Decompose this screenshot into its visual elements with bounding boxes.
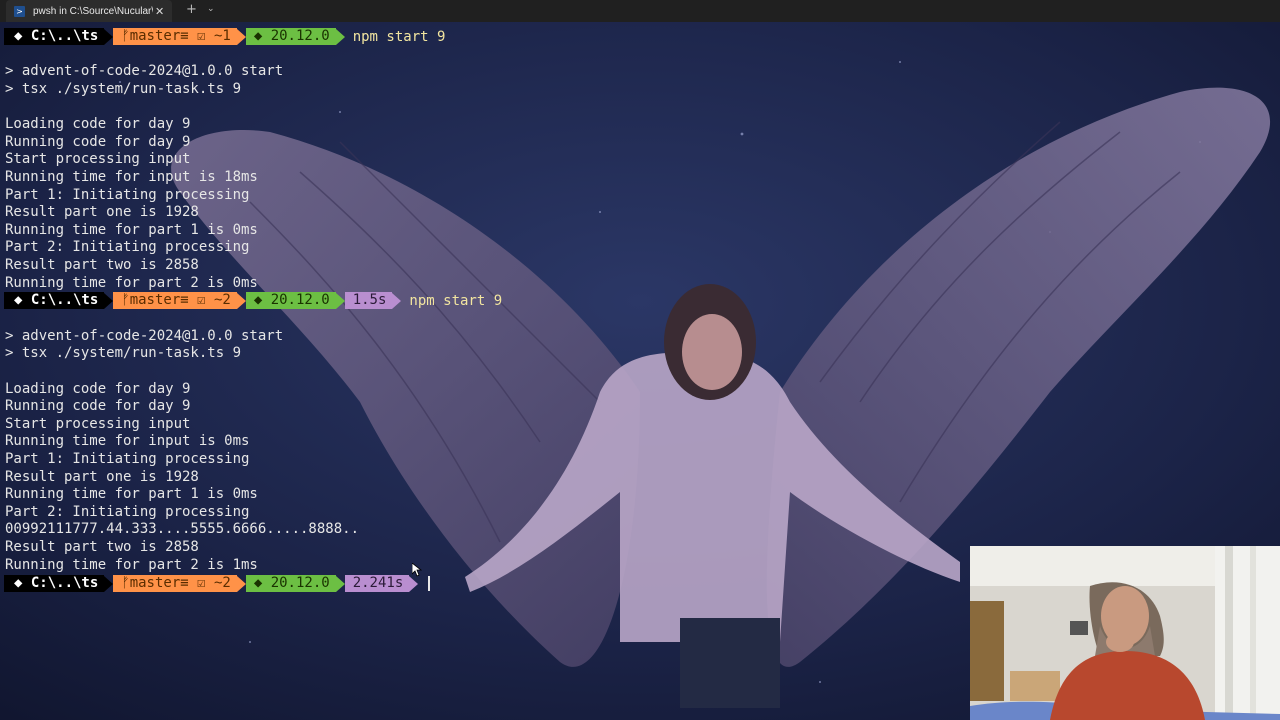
powerline-separator bbox=[335, 28, 345, 45]
prompt-node-segment: ◆ 20.12.0 bbox=[245, 575, 336, 592]
output-line: Result part two is 2858 bbox=[5, 257, 199, 273]
output-line: Result part one is 1928 bbox=[5, 204, 199, 220]
output-line: Running time for part 1 is 0ms bbox=[5, 486, 258, 502]
output-line: Loading code for day 9 bbox=[5, 116, 191, 132]
tab-dropdown-icon[interactable]: ⌄ bbox=[207, 4, 215, 14]
powerline-separator bbox=[335, 575, 345, 592]
prompt-line: ◆ C:\..\ts ᚠmaster≡ ☑ ~2 ◆ 20.12.0 1.5s … bbox=[4, 292, 502, 309]
text-cursor bbox=[428, 576, 431, 591]
prompt-command: npm start 9 bbox=[409, 292, 503, 309]
output-line: > tsx ./system/run-task.ts 9 bbox=[5, 345, 242, 361]
output-line: > tsx ./system/run-task.ts 9 bbox=[5, 81, 242, 97]
prompt-node-segment: ◆ 20.12.0 bbox=[245, 28, 336, 45]
powerline-separator bbox=[409, 575, 419, 592]
output-line: > advent-of-code-2024@1.0.0 start bbox=[5, 63, 284, 79]
terminal-tab[interactable]: > pwsh in C:\Source\Nucular\A ✕ bbox=[6, 0, 172, 22]
prompt-line: ◆ C:\..\ts ᚠmaster≡ ☑ ~1 ◆ 20.12.0 npm s… bbox=[4, 28, 445, 45]
close-tab-icon[interactable]: ✕ bbox=[155, 5, 164, 18]
powerline-separator bbox=[335, 292, 345, 309]
webcam-overlay bbox=[970, 546, 1280, 720]
powerline-separator bbox=[104, 28, 114, 45]
powerline-separator bbox=[104, 575, 114, 592]
prompt-node-segment: ◆ 20.12.0 bbox=[245, 292, 336, 309]
new-tab-button[interactable]: + bbox=[186, 2, 197, 17]
output-line: Part 1: Initiating processing bbox=[5, 451, 250, 467]
output-line: Result part two is 2858 bbox=[5, 539, 199, 555]
output-line: Start processing input bbox=[5, 416, 191, 432]
prompt-path-segment: ◆ C:\..\ts bbox=[4, 292, 105, 309]
powerline-separator bbox=[236, 292, 246, 309]
output-line: Running time for input is 0ms bbox=[5, 433, 250, 449]
output-line: Part 2: Initiating processing bbox=[5, 504, 250, 520]
output-line: 00992111777.44.333....5555.6666.....8888… bbox=[5, 521, 360, 537]
output-line: Part 1: Initiating processing bbox=[5, 187, 250, 203]
prompt-git-segment: ᚠmaster≡ ☑ ~2 bbox=[113, 292, 237, 309]
powerline-separator bbox=[392, 292, 402, 309]
powerline-separator bbox=[236, 28, 246, 45]
prompt-git-segment: ᚠmaster≡ ☑ ~1 bbox=[113, 28, 237, 45]
mouse-pointer-icon bbox=[412, 563, 422, 577]
output-line: Result part one is 1928 bbox=[5, 469, 199, 485]
tab-title: pwsh in C:\Source\Nucular\A bbox=[33, 5, 153, 17]
output-line: Part 2: Initiating processing bbox=[5, 239, 250, 255]
output-line: Running code for day 9 bbox=[5, 398, 191, 414]
title-bar: > pwsh in C:\Source\Nucular\A ✕ + ⌄ bbox=[0, 0, 1280, 23]
prompt-git-segment: ᚠmaster≡ ☑ ~2 bbox=[113, 575, 237, 592]
prompt-path-segment: ◆ C:\..\ts bbox=[4, 575, 105, 592]
output-line: Loading code for day 9 bbox=[5, 381, 191, 397]
powershell-icon: > bbox=[14, 5, 25, 17]
prompt-path-segment: ◆ C:\..\ts bbox=[4, 28, 105, 45]
output-line: Running time for part 1 is 0ms bbox=[5, 222, 258, 238]
powerline-separator bbox=[236, 575, 246, 592]
prompt-duration-segment: 1.5s bbox=[344, 292, 393, 309]
output-line: Running time for part 2 is 1ms bbox=[5, 557, 258, 573]
output-line: Running time for part 2 is 0ms bbox=[5, 275, 258, 291]
prompt-duration-segment: 2.241s bbox=[344, 575, 410, 592]
prompt-line: ◆ C:\..\ts ᚠmaster≡ ☑ ~2 ◆ 20.12.0 2.241… bbox=[4, 575, 431, 592]
output-line: Running code for day 9 bbox=[5, 134, 191, 150]
prompt-command: npm start 9 bbox=[352, 28, 446, 45]
output-line: Running time for input is 18ms bbox=[5, 169, 258, 185]
output-line: > advent-of-code-2024@1.0.0 start bbox=[5, 328, 284, 344]
powerline-separator bbox=[104, 292, 114, 309]
output-line: Start processing input bbox=[5, 151, 191, 167]
